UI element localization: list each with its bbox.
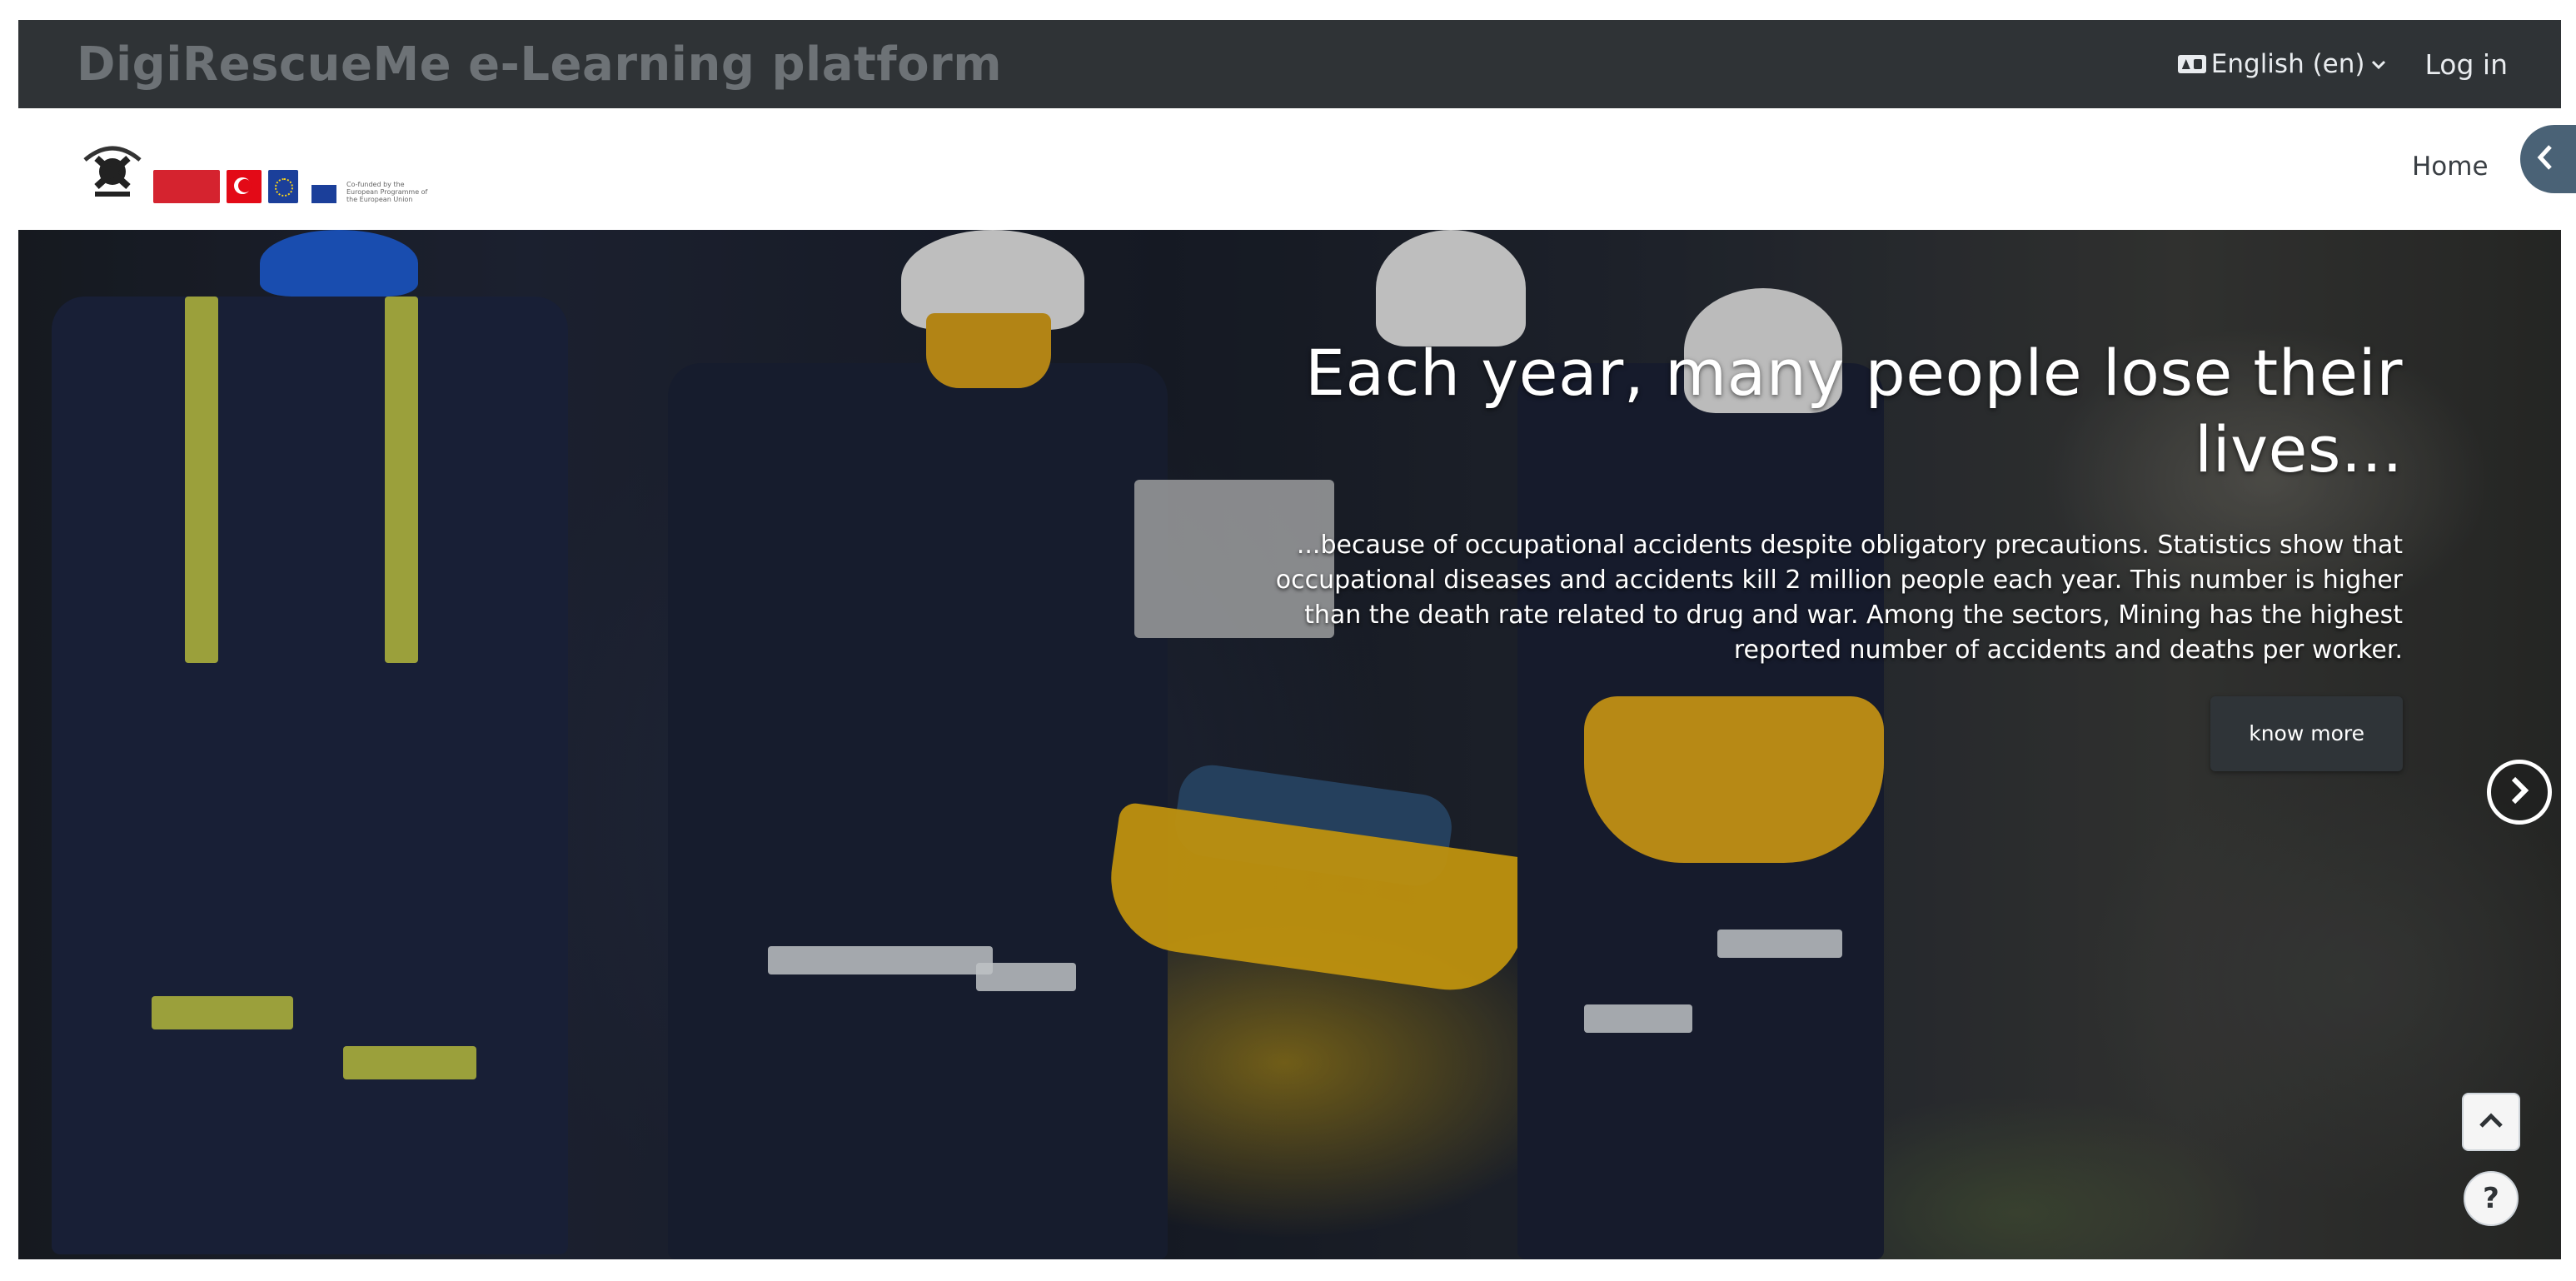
digirescueme-logo[interactable] <box>78 135 147 203</box>
hero-caption: Each year, many people lose their lives.… <box>1220 335 2403 771</box>
drawer-toggle-button[interactable] <box>2520 125 2576 193</box>
partner-logo <box>153 170 220 203</box>
login-link[interactable]: Log in <box>2424 48 2508 81</box>
language-menu[interactable]: English ‎(en)‎ <box>2177 49 2387 79</box>
chevron-down-icon <box>2371 54 2386 75</box>
chevron-up-icon <box>2478 1111 2504 1133</box>
primary-navigation: Co-funded by the European Programme of t… <box>18 108 2576 230</box>
site-title[interactable]: DigiRescueMe e-Learning platform <box>77 37 1002 92</box>
nav-home-link[interactable]: Home <box>2412 152 2489 182</box>
translate-icon <box>2177 55 2206 73</box>
know-more-button[interactable]: know more <box>2210 696 2403 771</box>
turkey-flag-logo <box>227 170 262 203</box>
partner-logos: Co-funded by the European Programme of t… <box>78 135 430 203</box>
help-button[interactable]: ? <box>2464 1171 2519 1226</box>
eu-flag-logo <box>268 170 298 203</box>
top-navbar: DigiRescueMe e-Learning platform English… <box>18 20 2561 108</box>
scroll-to-top-button[interactable] <box>2462 1093 2520 1151</box>
hero-body-text: ...because of occupational accidents des… <box>1275 531 2403 665</box>
eu-cofunded-logo <box>311 185 336 203</box>
question-icon: ? <box>2483 1182 2499 1215</box>
chevron-right-icon <box>2509 775 2530 809</box>
hero-heading: Each year, many people lose their lives.… <box>1305 336 2403 486</box>
hero-carousel: Each year, many people lose their lives.… <box>18 230 2561 1259</box>
funding-note: Co-funded by the European Programme of t… <box>346 181 428 203</box>
chevron-left-icon <box>2535 143 2554 175</box>
language-label: English ‎(en)‎ <box>2210 49 2365 79</box>
carousel-next-button[interactable] <box>2487 760 2552 825</box>
topbar-actions: English ‎(en)‎ Log in <box>2177 48 2508 81</box>
